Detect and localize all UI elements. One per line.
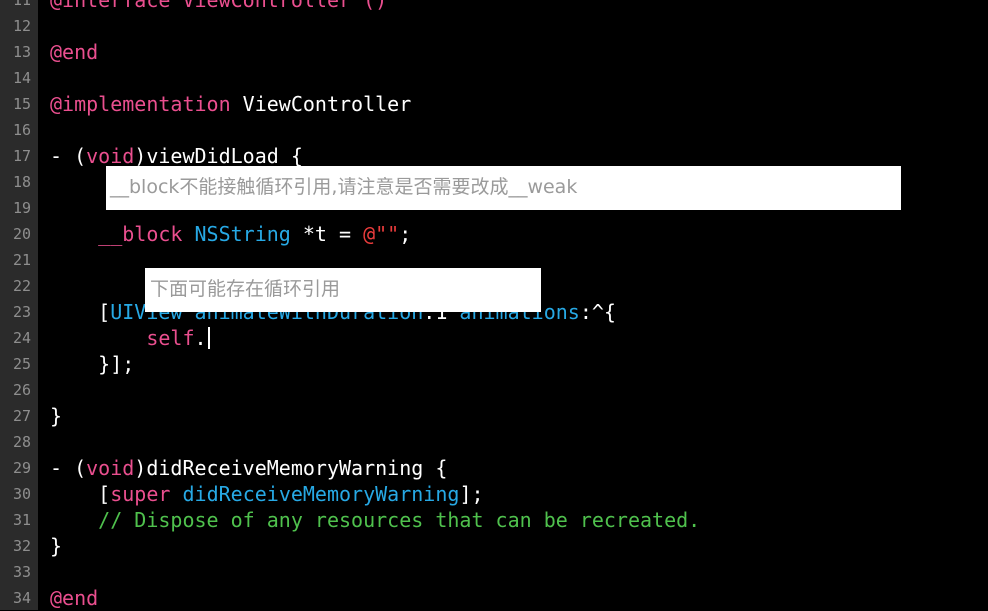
code-token: }	[50, 534, 63, 558]
code-token: @""	[363, 222, 400, 246]
code-token: :^{	[579, 300, 616, 324]
code-token: void	[86, 456, 135, 480]
line-number: 30	[12, 485, 31, 503]
line-number: 27	[12, 407, 31, 425]
code-token: [	[50, 300, 111, 324]
code-text: - (void)didReceiveMemoryWarning {	[50, 455, 447, 481]
line-number: 34	[12, 589, 31, 607]
code-token: - (	[50, 144, 87, 168]
line-number: 12	[12, 17, 31, 35]
block-warning-annotation: __block不能接触循环引用,请注意是否需要改成__weak	[106, 166, 901, 210]
line-number: 14	[12, 69, 31, 87]
code-line[interactable]: 29 - (void)didReceiveMemoryWarning {	[0, 455, 988, 481]
code-line[interactable]: 26	[0, 377, 988, 403]
code-line[interactable]: 15 @implementation ViewController	[0, 91, 988, 117]
code-line[interactable]: 11 @interface ViewController ()	[0, 0, 988, 13]
line-number: 15	[12, 95, 31, 113]
line-number: 29	[12, 459, 31, 477]
code-line[interactable]: 31 // Dispose of any resources that can …	[0, 507, 988, 533]
block-warning-text: __block不能接触循环引用,请注意是否需要改成__weak	[110, 176, 578, 198]
code-text: @end	[50, 585, 98, 611]
code-token: ;	[399, 222, 412, 246]
code-line[interactable]: 20 __block NSString *t = @"";	[0, 221, 988, 247]
line-number: 17	[12, 147, 31, 165]
code-token: @end	[50, 586, 99, 610]
code-token: didReceiveMemoryWarning	[182, 482, 460, 506]
line-number: 21	[12, 251, 31, 269]
code-token: super	[110, 482, 171, 506]
retain-cycle-warning-text: 下面可能存在循环引用	[150, 278, 341, 300]
code-token: }	[50, 404, 63, 428]
code-token: )viewDidLoad {	[134, 144, 303, 168]
code-token: [	[50, 482, 111, 506]
line-number: 11	[12, 0, 31, 9]
code-editor[interactable]: 11 @interface ViewController () 12 13 @end 14…	[0, 0, 988, 610]
code-text: }];	[50, 351, 134, 377]
code-line[interactable]: 27}	[0, 403, 988, 429]
line-number: 25	[12, 355, 31, 373]
code-token: self	[146, 326, 195, 350]
code-line[interactable]: 13 @end	[0, 39, 988, 65]
code-token: @implementation	[50, 92, 231, 116]
code-token: }];	[50, 352, 135, 376]
line-number: 24	[12, 329, 31, 347]
code-line[interactable]: 32}	[0, 533, 988, 559]
code-token: __block	[98, 222, 183, 246]
code-line[interactable]: 28	[0, 429, 988, 455]
code-text: [super didReceiveMemoryWarning];	[50, 481, 484, 507]
code-text: __block NSString *t = @"";	[50, 221, 411, 247]
line-number: 31	[12, 511, 31, 529]
line-number: 13	[12, 43, 31, 61]
code-text: @implementation ViewController	[50, 91, 411, 117]
line-number: 33	[12, 563, 31, 581]
code-line[interactable]: 24 self.	[0, 325, 988, 351]
line-number: 20	[12, 225, 31, 243]
code-token: .	[194, 326, 207, 350]
code-token: )didReceiveMemoryWarning {	[134, 456, 448, 480]
code-token: *t =	[290, 222, 364, 246]
code-token: NSString	[194, 222, 291, 246]
code-line[interactable]: 14	[0, 65, 988, 91]
code-line[interactable]: 34 @end	[0, 585, 988, 611]
line-number: 28	[12, 433, 31, 451]
code-line[interactable]: 16	[0, 117, 988, 143]
code-text: }	[50, 533, 62, 559]
line-number: 16	[12, 121, 31, 139]
code-line[interactable]: 33	[0, 559, 988, 585]
line-number: 23	[12, 303, 31, 321]
code-line[interactable]: 12	[0, 13, 988, 39]
code-line[interactable]: 25 }];	[0, 351, 988, 377]
retain-cycle-annotation: 下面可能存在循环引用	[145, 268, 541, 312]
code-text: @end	[50, 39, 98, 65]
code-token: // Dispose of any resources that can be …	[98, 508, 701, 532]
code-token: - (	[50, 456, 87, 480]
code-text: @interface ViewController ()	[50, 0, 387, 13]
line-number: 19	[12, 199, 31, 217]
text-cursor	[207, 327, 210, 349]
code-token: @interface ViewController ()	[50, 0, 388, 12]
code-token: void	[86, 144, 135, 168]
code-text: }	[50, 403, 62, 429]
line-number: 22	[12, 277, 31, 295]
code-line[interactable]: 30 [super didReceiveMemoryWarning];	[0, 481, 988, 507]
line-number: 18	[12, 173, 31, 191]
line-number: 32	[12, 537, 31, 555]
code-text: // Dispose of any resources that can be …	[50, 507, 700, 533]
code-token: @end	[50, 40, 99, 64]
line-number: 26	[12, 381, 31, 399]
code-token: ];	[459, 482, 484, 506]
code-text: self.	[50, 325, 210, 351]
code-token: ViewController	[230, 92, 412, 116]
